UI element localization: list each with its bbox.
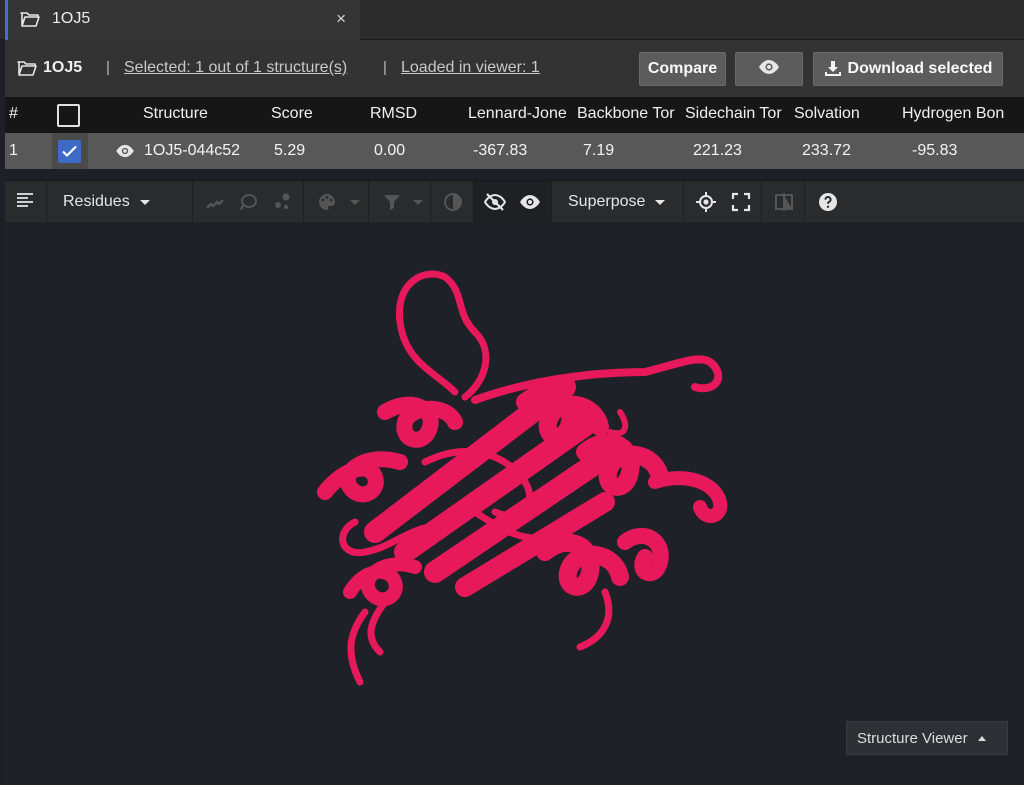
- download-button-label: Download selected: [847, 60, 993, 77]
- lasso-icon[interactable]: [238, 192, 258, 216]
- column-header-lennard-jones[interactable]: Lennard-Jone: [468, 105, 578, 123]
- visibility-tools: [474, 181, 552, 223]
- chevron-up-icon: [977, 735, 986, 741]
- structure-viewer-canvas[interactable]: [5, 222, 1024, 785]
- list-icon: [16, 192, 34, 214]
- compare-button[interactable]: Compare: [639, 52, 726, 86]
- chevron-down-icon: [350, 200, 360, 205]
- close-icon[interactable]: ×: [336, 9, 346, 29]
- split-view-icon: [774, 192, 794, 216]
- column-header-rmsd[interactable]: RMSD: [370, 105, 417, 123]
- residues-label: Residues: [63, 193, 130, 210]
- column-header-hydrogen-bond[interactable]: Hydrogen Bon: [902, 105, 1008, 123]
- chevron-down-icon: [655, 199, 666, 205]
- column-header-solvation[interactable]: Solvation: [794, 105, 860, 123]
- tab-1oj5[interactable]: 1OJ5 ×: [5, 0, 360, 40]
- loaded-in-viewer-link[interactable]: Loaded in viewer: 1: [401, 59, 540, 77]
- filter-icon: [382, 192, 402, 216]
- row-checkbox-cell[interactable]: [52, 133, 88, 169]
- separator: |: [106, 59, 110, 76]
- backbone-torsion-value: 7.19: [583, 142, 615, 159]
- row-checkbox[interactable]: [58, 140, 81, 163]
- rmsd-value: 0.00: [374, 142, 406, 159]
- viewer-toolbar: Residues Superpose: [5, 180, 1024, 223]
- column-header-structure[interactable]: Structure: [143, 105, 208, 123]
- eye-icon[interactable]: [519, 192, 541, 216]
- contrast-icon: [443, 192, 463, 216]
- protein-ribbon-render: [317, 270, 728, 686]
- select-all-checkbox[interactable]: [57, 104, 80, 127]
- molecule-icon[interactable]: [272, 192, 292, 216]
- residues-dropdown[interactable]: Residues: [47, 181, 193, 223]
- tab-bar: 1OJ5 ×: [0, 0, 1024, 40]
- chevron-down-icon: [139, 199, 150, 205]
- solvation-value: 233.72: [802, 142, 851, 159]
- column-header-score[interactable]: Score: [271, 105, 313, 123]
- structure-name[interactable]: 1OJ5-044c52: [144, 142, 240, 160]
- toggle-visibility-button[interactable]: [735, 52, 803, 86]
- selection-tools: [193, 181, 304, 223]
- column-header-sidechain-torsion[interactable]: Sidechain Tor: [685, 105, 790, 123]
- help-icon: [818, 192, 838, 216]
- download-selected-button[interactable]: Download selected: [813, 52, 1003, 86]
- table-header: # Structure Score RMSD Lennard-Jone Back…: [5, 97, 1024, 133]
- contrast-toggle[interactable]: [431, 181, 474, 223]
- row-index: 1: [9, 142, 18, 159]
- chevron-down-icon: [413, 200, 423, 205]
- score-value: 5.29: [274, 142, 306, 159]
- palette-icon: [317, 192, 337, 216]
- help-button[interactable]: [805, 181, 848, 223]
- download-icon: [824, 60, 842, 78]
- filter-dropdown[interactable]: [369, 181, 431, 223]
- compare-button-label: Compare: [647, 60, 718, 77]
- selected-count-link[interactable]: Selected: 1 out of 1 structure(s): [124, 59, 347, 77]
- structure-viewer-dropdown[interactable]: Structure Viewer: [846, 721, 1008, 755]
- column-header-backbone-torsion[interactable]: Backbone Tor: [577, 105, 681, 123]
- project-title: 1OJ5: [43, 59, 83, 76]
- hydrogen-bond-value: -95.83: [912, 142, 958, 159]
- sidechain-torsion-value: 221.23: [693, 142, 742, 159]
- folder-icon: [17, 60, 37, 81]
- fullscreen-icon[interactable]: [731, 192, 751, 216]
- structure-viewer-label: Structure Viewer: [857, 729, 968, 747]
- column-header-index[interactable]: #: [9, 105, 18, 123]
- view-tools: [684, 181, 762, 223]
- table-row[interactable]: 1 1OJ5-044c52 5.29 0.00 -367.83 7.19 221…: [5, 133, 1024, 169]
- tab-label: 1OJ5: [52, 10, 91, 27]
- superpose-dropdown[interactable]: Superpose: [552, 181, 684, 223]
- superpose-label: Superpose: [568, 193, 646, 210]
- folder-icon: [20, 11, 40, 32]
- split-view-toggle[interactable]: [762, 181, 805, 223]
- separator: |: [383, 59, 387, 76]
- results-header: 1OJ5 | Selected: 1 out of 1 structure(s)…: [5, 40, 1024, 97]
- lennard-jones-value: -367.83: [473, 142, 528, 159]
- eye-off-icon[interactable]: [483, 192, 507, 216]
- color-dropdown[interactable]: [304, 181, 369, 223]
- eye-icon[interactable]: [115, 144, 135, 163]
- check-icon: [62, 145, 77, 158]
- target-icon[interactable]: [696, 192, 716, 216]
- helix-icon[interactable]: [205, 192, 225, 216]
- eye-icon: [758, 59, 780, 80]
- sequence-panel-toggle[interactable]: [5, 181, 47, 223]
